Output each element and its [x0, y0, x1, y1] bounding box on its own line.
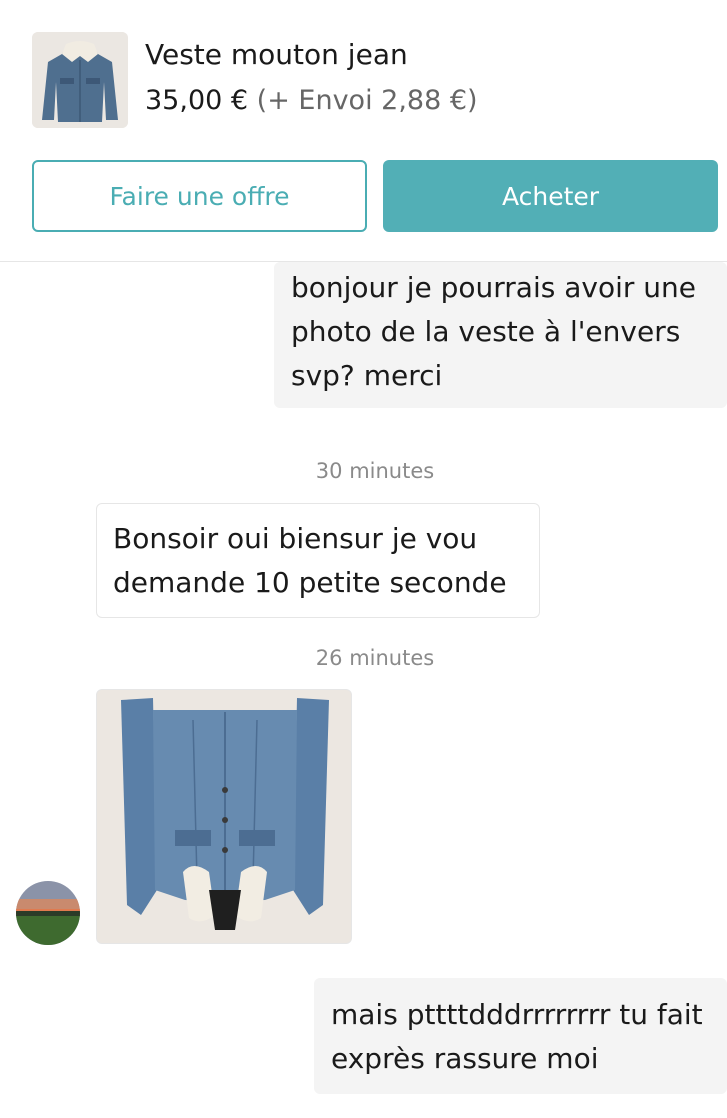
incoming-message: Bonsoir oui biensur je vou demande 10 pe… [96, 503, 540, 618]
outgoing-message: bonjour je pourrais avoir une photo de l… [274, 262, 727, 408]
incoming-photo-message[interactable] [96, 689, 352, 944]
item-price: 35,00 € [145, 85, 249, 116]
outgoing-message: mais pttttdddrrrrrrrr tu fait exprès ras… [314, 978, 727, 1094]
denim-jacket-icon [32, 32, 128, 128]
message-line: exprès rassure moi [331, 1042, 599, 1075]
message-line: demande 10 petite seconde [113, 566, 507, 599]
make-offer-button[interactable]: Faire une offre [32, 160, 367, 232]
item-price-row: 35,00 € (+ Envoi 2,88 €) [145, 85, 478, 116]
chat-screen: Veste mouton jean 35,00 € (+ Envoi 2,88 … [0, 0, 727, 1118]
message-line: photo de la veste à l'envers [291, 315, 681, 348]
avatar-sunset-icon [16, 881, 80, 945]
message-line: Bonsoir oui biensur je vou [113, 522, 478, 555]
denim-jacket-back-photo-icon [97, 690, 351, 943]
message-line: svp? merci [291, 359, 443, 392]
message-line: mais pttttdddrrrrrrrr tu fait [331, 998, 703, 1031]
message-line: bonjour je pourrais avoir une [291, 271, 697, 304]
shipping-cost: (+ Envoi 2,88 €) [256, 85, 478, 116]
item-title: Veste mouton jean [145, 38, 408, 71]
buy-button[interactable]: Acheter [383, 160, 718, 232]
item-header: Veste mouton jean 35,00 € (+ Envoi 2,88 … [0, 0, 727, 262]
seller-avatar[interactable] [16, 881, 80, 945]
item-thumbnail[interactable] [32, 32, 128, 128]
timestamp: 30 minutes [315, 459, 435, 483]
timestamp: 26 minutes [315, 646, 435, 670]
